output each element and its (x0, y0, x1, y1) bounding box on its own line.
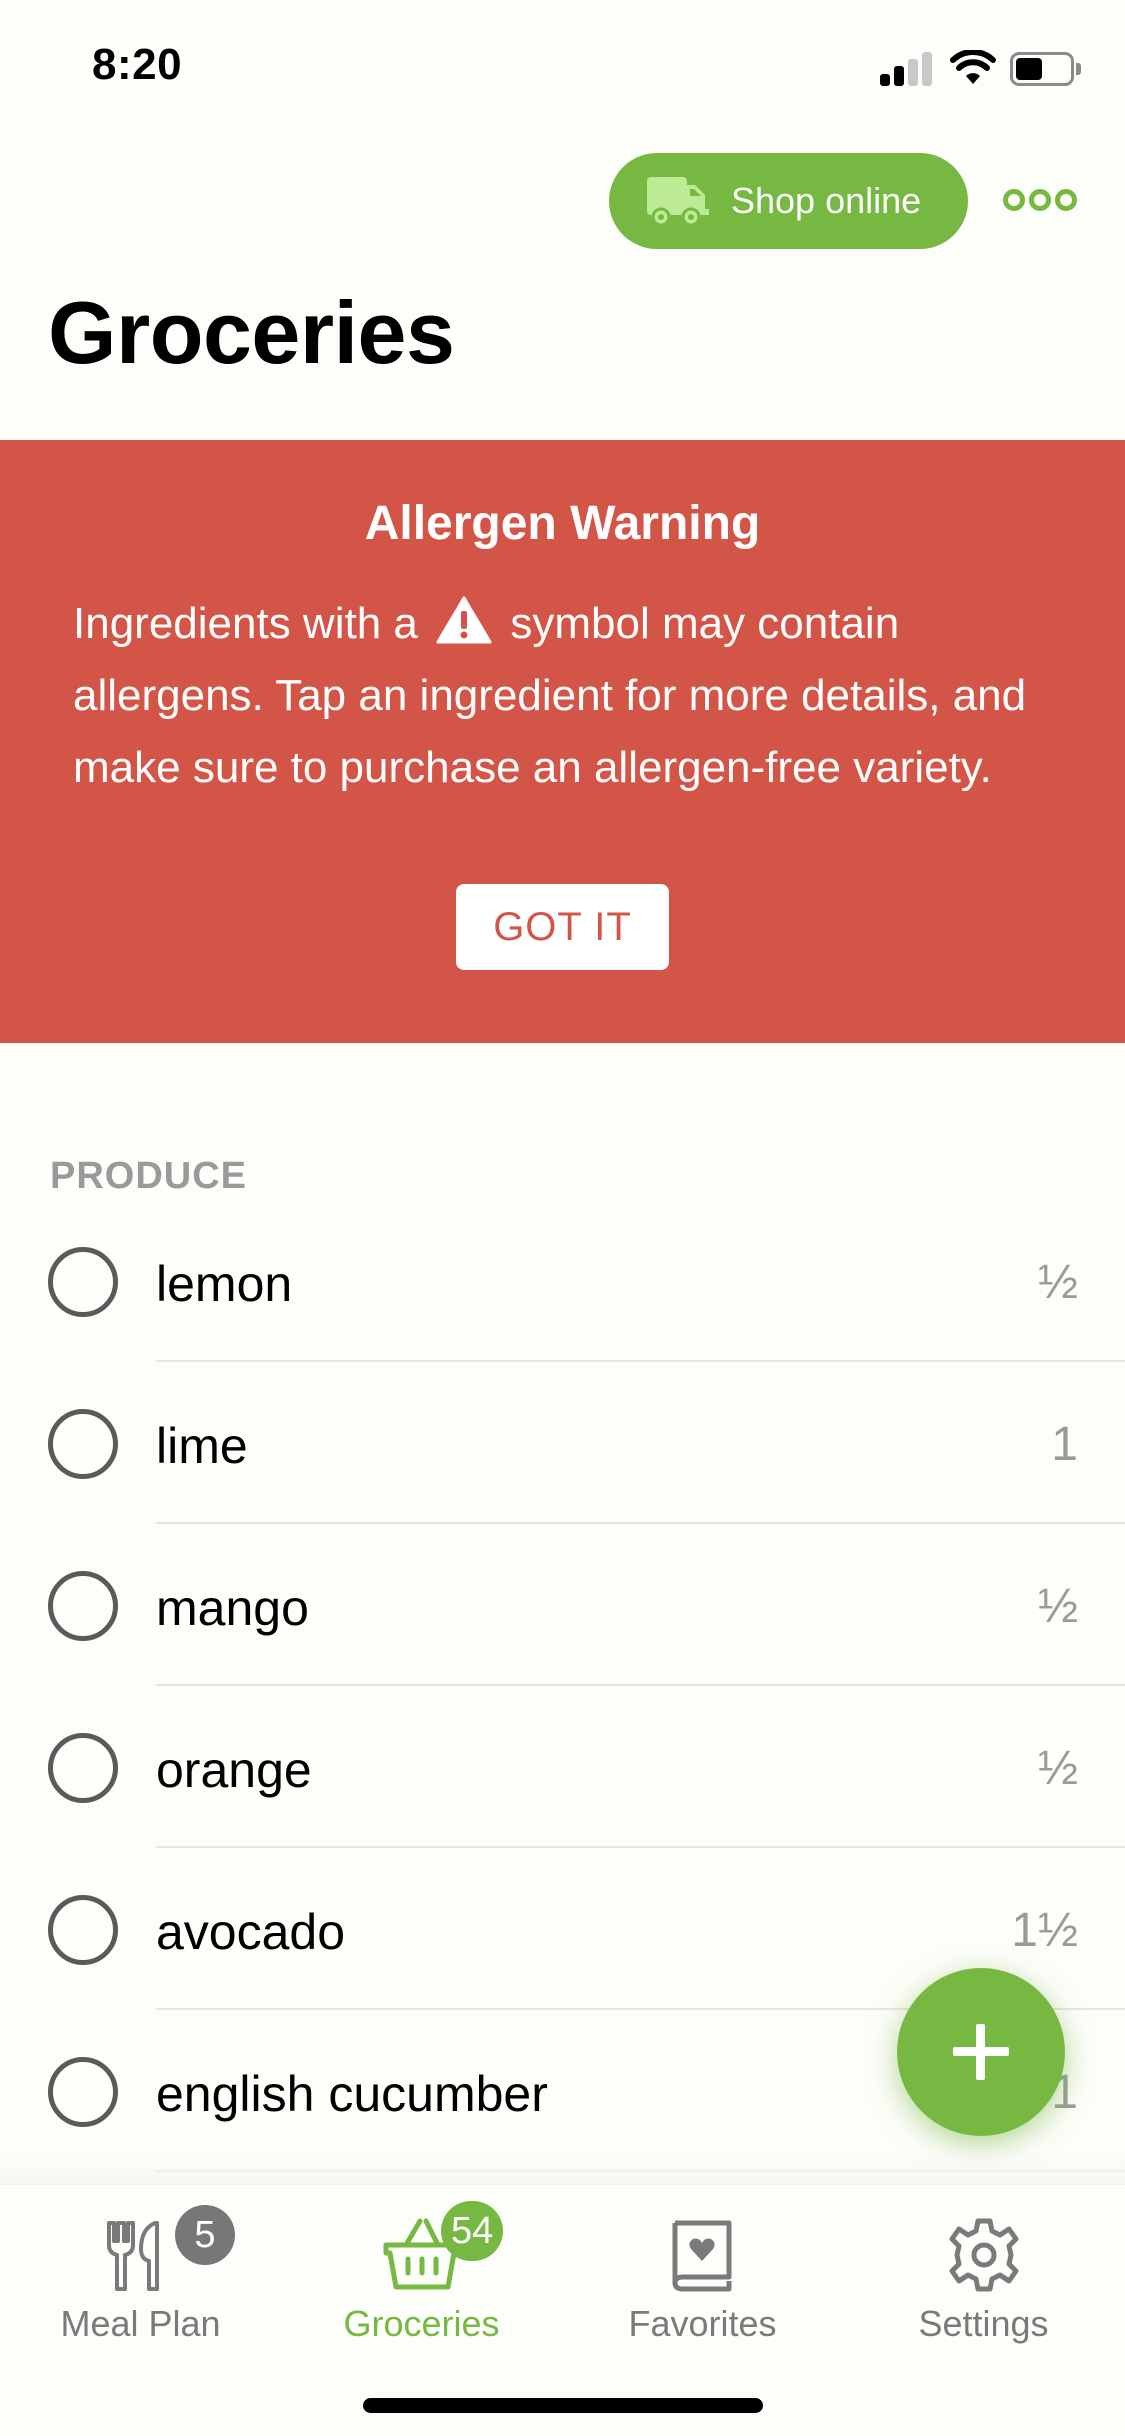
warning-triangle-icon (436, 596, 492, 644)
checkbox[interactable] (48, 1247, 118, 1317)
signal-icon (880, 52, 934, 86)
home-indicator (363, 2398, 763, 2413)
add-item-button[interactable] (897, 1968, 1065, 2136)
heart-book-icon (672, 2220, 731, 2292)
tab-groceries[interactable]: 54 Groceries (281, 2185, 562, 2375)
got-it-button[interactable]: GOT IT (456, 884, 669, 970)
tab-label: Favorites (628, 2303, 777, 2344)
more-dots-icon (1003, 189, 1025, 211)
tab-meal-plan[interactable]: 5 Meal Plan (0, 2185, 281, 2375)
battery-icon (1010, 52, 1082, 86)
tab-bar-fade (0, 2150, 1125, 2184)
banner-title: Allergen Warning (364, 497, 761, 550)
item-quantity: ½ (1037, 1742, 1078, 1795)
status-time: 8:20 (92, 40, 183, 89)
status-bar: 8:20 (0, 0, 1125, 130)
more-dot (1029, 189, 1051, 211)
more-dot (1055, 189, 1077, 211)
list-item[interactable]: mango ½ (0, 1524, 1125, 1686)
list-item[interactable]: orange ½ (0, 1686, 1125, 1848)
item-quantity: 1 (1051, 1418, 1078, 1471)
shop-online-label: Shop online (731, 180, 922, 221)
tab-label: Meal Plan (60, 2303, 221, 2344)
shop-online-button[interactable]: Shop online (609, 153, 968, 249)
item-name: lemon (156, 1256, 293, 1312)
checkbox[interactable] (48, 1895, 118, 1965)
truck-icon (647, 177, 709, 227)
tab-settings[interactable]: Settings (843, 2185, 1124, 2375)
item-name: orange (156, 1742, 312, 1798)
meal-plan-badge: 5 (175, 2205, 235, 2265)
banner-text-before: Ingredients with a (73, 599, 418, 648)
item-quantity: ½ (1037, 1256, 1078, 1309)
item-name: english cucumber (156, 2066, 548, 2122)
checkbox[interactable] (48, 1409, 118, 1479)
allergen-warning-banner: Allergen Warning Ingredients with a symb… (0, 440, 1125, 1043)
tab-label: Groceries (343, 2303, 500, 2344)
more-options-button[interactable] (1003, 186, 1077, 214)
checkbox[interactable] (48, 1733, 118, 1803)
checkbox[interactable] (48, 1571, 118, 1641)
item-name: mango (156, 1580, 309, 1636)
fork-knife-icon (106, 2221, 159, 2291)
tab-label: Settings (918, 2303, 1049, 2344)
item-name: lime (156, 1418, 248, 1474)
groceries-badge: 54 (441, 2201, 504, 2261)
wifi-icon (950, 50, 996, 84)
item-name: avocado (156, 1904, 346, 1960)
list-item[interactable]: lime 1 (0, 1362, 1125, 1524)
list-item[interactable]: lemon ½ (0, 1200, 1125, 1362)
item-quantity: 1½ (1011, 1904, 1078, 1957)
checkbox[interactable] (48, 2057, 118, 2127)
banner-text: Ingredients with a symbol may contain al… (73, 588, 1063, 804)
tab-favorites[interactable]: Favorites (562, 2185, 843, 2375)
item-quantity: ½ (1037, 1580, 1078, 1633)
page-title: Groceries (48, 283, 455, 382)
section-header-produce: PRODUCE (50, 1155, 248, 1197)
gear-icon (949, 2218, 1018, 2292)
